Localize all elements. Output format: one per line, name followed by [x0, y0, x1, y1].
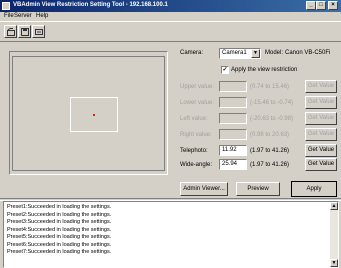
log-scrollbar[interactable]: ▲ ▼: [330, 202, 338, 267]
log-line: Preset4:Succeeded in loading the setting…: [7, 226, 112, 233]
window-title: VBAdmin View Restriction Setting Tool - …: [13, 2, 168, 8]
right-value-label: Right value:: [180, 132, 212, 138]
telephoto-label: Telephoto:: [180, 148, 208, 154]
title-bar: VBAdmin View Restriction Setting Tool - …: [0, 0, 341, 12]
view-center-marker: [93, 114, 95, 116]
telephoto-get-value-button[interactable]: Get Value: [305, 144, 337, 157]
upper-value-range: (0.74 to 15.46): [250, 84, 290, 90]
minimize-button[interactable]: _: [306, 1, 316, 10]
log-line: Preset5:Succeeded in loading the setting…: [7, 234, 112, 240]
upper-value-label: Upper value:: [180, 84, 215, 90]
lower-get-value-button[interactable]: Get Value: [305, 96, 337, 109]
log-panel[interactable]: Preset1:Succeeded in loading the setting…: [3, 201, 339, 268]
admin-viewer-button[interactable]: Admin Viewer...: [180, 182, 228, 196]
menu-file[interactable]: File: [4, 13, 14, 19]
log-line: Preset6:Succeeded in loading the setting…: [7, 241, 112, 248]
model-label: Model:: [265, 50, 284, 56]
wide-angle-get-value-button[interactable]: Get Value: [305, 158, 337, 171]
export-button[interactable]: [32, 25, 45, 38]
wide-angle-range: (1.97 to 41.26): [250, 162, 290, 168]
log-line: Preset1:Succeeded in loading the setting…: [7, 204, 112, 210]
telephoto-field[interactable]: 11.92: [219, 145, 247, 156]
log-line: Preset3:Succeeded in loading the setting…: [7, 219, 112, 225]
right-get-value-button[interactable]: Get Value: [305, 128, 337, 141]
upper-value-field[interactable]: [219, 81, 247, 92]
toolbar: [0, 21, 341, 42]
open-settings-button[interactable]: [4, 25, 17, 38]
chevron-down-icon[interactable]: ▼: [251, 49, 260, 58]
camera-select[interactable]: Camera1 ▼: [219, 48, 261, 59]
maximize-button[interactable]: □: [316, 1, 326, 10]
log-line: Preset2:Succeeded in loading the setting…: [7, 211, 112, 218]
open-settings-icon: [7, 28, 15, 36]
telephoto-range: (1.97 to 41.26): [250, 148, 290, 154]
lower-value-range: (-15.46 to -0.74): [250, 100, 294, 106]
scroll-down-icon[interactable]: ▼: [330, 259, 338, 267]
log-line: Preset7:Succeeded in loading the setting…: [7, 249, 112, 255]
menu-help[interactable]: Help: [36, 13, 48, 19]
camera-label: Camera:: [180, 50, 204, 56]
save-settings-button[interactable]: [18, 25, 31, 38]
upper-get-value-button[interactable]: Get Value: [305, 80, 337, 93]
scroll-up-icon[interactable]: ▲: [330, 202, 338, 210]
menu-bar: File Server Help: [0, 12, 341, 21]
left-value-range: (-20.63 to -0.98): [250, 116, 294, 122]
wide-angle-field[interactable]: 25.94: [219, 159, 247, 170]
lower-value-field[interactable]: [219, 97, 247, 108]
model-value: Canon VB-C50Fi: [285, 50, 331, 56]
app-icon: [2, 2, 10, 10]
save-settings-icon: [21, 28, 29, 36]
right-value-range: (0.98 to 20.63): [250, 132, 290, 138]
wide-angle-label: Wide-angle:: [180, 162, 213, 168]
apply-restriction-label: Apply the view restriction: [231, 67, 298, 73]
camera-selected-value: Camera1: [222, 50, 247, 56]
apply-restriction-checkbox[interactable]: ✓: [221, 66, 229, 74]
left-get-value-button[interactable]: Get Value: [305, 112, 337, 125]
apply-button[interactable]: Apply: [291, 181, 337, 197]
log-list: Preset1:Succeeded in loading the setting…: [7, 204, 111, 257]
preview-button[interactable]: Preview: [236, 182, 280, 196]
export-icon: [35, 29, 43, 35]
menu-server[interactable]: Server: [14, 13, 32, 19]
close-button[interactable]: ×: [328, 1, 338, 10]
left-value-field[interactable]: [219, 113, 247, 124]
right-value-field[interactable]: [219, 129, 247, 140]
lower-value-label: Lower value:: [180, 100, 215, 106]
left-value-label: Left value:: [180, 116, 208, 122]
